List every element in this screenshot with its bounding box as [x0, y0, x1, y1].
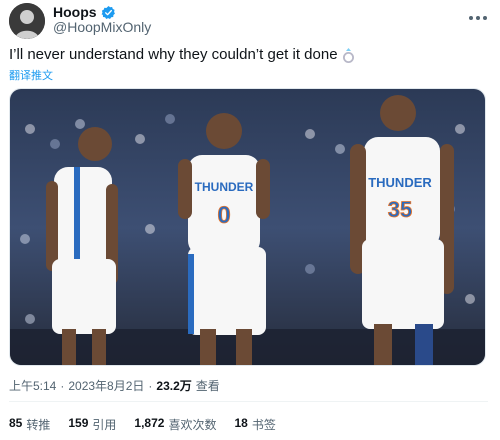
- likes-count: 1,872: [134, 416, 165, 430]
- tweet-photo[interactable]: THUNDER 0 THUNDER 35: [9, 88, 486, 366]
- jersey-number-right: 35: [388, 197, 412, 222]
- meta-separator: ·: [148, 378, 153, 393]
- tweet-meta: 上午5:14 · 2023年8月2日 · 23.2万 查看: [9, 377, 220, 394]
- quotes-stat[interactable]: 159 引用: [68, 416, 116, 433]
- avatar[interactable]: [9, 3, 45, 39]
- verified-icon: [101, 5, 116, 20]
- tweet-date[interactable]: 2023年8月2日: [68, 377, 144, 394]
- display-name[interactable]: Hoops: [53, 4, 97, 20]
- quotes-label: 引用: [92, 418, 117, 432]
- meta-separator: ·: [60, 378, 65, 393]
- retweets-stat[interactable]: 85 转推: [9, 416, 50, 433]
- translate-link[interactable]: 翻译推文: [9, 67, 53, 83]
- likes-stat[interactable]: 1,872 喜欢次数: [134, 416, 216, 433]
- divider: [9, 401, 488, 402]
- ring-emoji-icon: [342, 47, 355, 64]
- jersey-number-center: 0: [217, 202, 230, 229]
- quotes-count: 159: [68, 416, 89, 430]
- tweet-time[interactable]: 上午5:14: [9, 377, 56, 394]
- tweet-text: I’ll never understand why they couldn’t …: [9, 45, 355, 65]
- bookmarks-label: 书签: [251, 418, 276, 432]
- tweet-card: Hoops @HoopMixOnly I’ll never understand…: [0, 0, 500, 440]
- bookmarks-count: 18: [234, 416, 248, 430]
- jersey-team-center: THUNDER: [195, 180, 254, 194]
- engagement-stats: 85 转推 159 引用 1,872 喜欢次数 18 书签: [9, 416, 276, 433]
- author-name-row[interactable]: Hoops: [53, 4, 116, 20]
- tweet-text-content: I’ll never understand why they couldn’t …: [9, 46, 338, 63]
- retweets-count: 85: [9, 416, 23, 430]
- more-icon[interactable]: [468, 8, 488, 20]
- likes-label: 喜欢次数: [168, 418, 217, 432]
- views-label: 查看: [195, 379, 220, 393]
- handle[interactable]: @HoopMixOnly: [53, 19, 151, 35]
- retweets-label: 转推: [26, 418, 51, 432]
- jersey-team-right: THUNDER: [368, 175, 432, 190]
- bookmarks-stat[interactable]: 18 书签: [234, 416, 275, 433]
- views-count[interactable]: 23.2万: [156, 377, 191, 394]
